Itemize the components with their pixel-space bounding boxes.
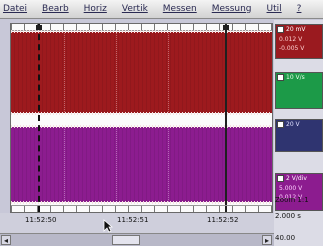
scroll-thumb[interactable] [112, 235, 140, 245]
channel-4-box[interactable]: 2 V/div 5.000 V 0.012 V [275, 173, 323, 211]
channel-3-scale: 20 V [286, 121, 300, 128]
channel-1-value: 0.012 V [279, 36, 303, 43]
time-axis: 11:52:50 11:52:51 11:52:52 [0, 213, 274, 233]
grid-line [116, 24, 117, 212]
menu-horizontal[interactable]: Horiz [84, 0, 107, 19]
menu-bar: Datei Bearb Horiz Vertik Messen Messung … [0, 0, 323, 19]
trace-noise-edge [11, 125, 272, 128]
bottom-ruler [11, 205, 272, 212]
channel-4-scale: 2 V/div [286, 175, 307, 182]
grid-line [64, 24, 65, 212]
menu-vertical[interactable]: Vertik [122, 0, 148, 19]
menu-utilities[interactable]: Util [267, 0, 282, 19]
cursor-b-handle[interactable] [223, 25, 229, 30]
bottom-readout: 40.00 [275, 234, 296, 242]
cursor-a-line[interactable] [38, 24, 40, 212]
channel-4-value: 5.000 V [279, 185, 303, 192]
menu-measurement[interactable]: Messung [212, 0, 252, 19]
cursor-a-handle[interactable] [36, 25, 42, 30]
time-label-3: 11:52:52 [207, 216, 239, 224]
trace-channel-1 [11, 32, 272, 113]
channel-1-offset: -0.005 V [279, 45, 305, 52]
channel-2-checkbox[interactable] [277, 74, 284, 81]
channel-1-box[interactable]: 20 mV 0.012 V -0.005 V [275, 24, 323, 59]
menu-measure[interactable]: Messen [163, 0, 197, 19]
channel-1-scale: 20 mV [286, 26, 306, 33]
horizontal-scrollbar[interactable]: ◂ ▸ [0, 233, 274, 246]
time-rate-label: 2.000 s [275, 212, 301, 220]
waveform-display[interactable] [10, 23, 273, 213]
channel-4-checkbox[interactable] [277, 175, 284, 182]
cursor-b-line[interactable] [225, 24, 227, 212]
channel-2-box[interactable]: 10 V/s [275, 72, 323, 109]
channel-1-checkbox[interactable] [277, 26, 284, 33]
trace-noise-edge [11, 201, 272, 204]
menu-help[interactable]: ? [297, 0, 302, 19]
time-label-2: 11:52:51 [117, 216, 149, 224]
scroll-left-icon[interactable]: ◂ [1, 235, 11, 245]
time-label-1: 11:52:50 [25, 216, 57, 224]
channel-2-scale: 10 V/s [286, 74, 305, 81]
mouse-pointer-icon [103, 219, 113, 233]
menu-file[interactable]: Datei [3, 0, 27, 19]
grid-line [168, 24, 169, 212]
channel-3-box[interactable]: 20 V [275, 119, 323, 152]
channel-3-checkbox[interactable] [277, 121, 284, 128]
channel-panel: 20 mV 0.012 V -0.005 V 10 V/s 20 V 2 V/d… [274, 20, 323, 246]
trace-noise-edge [11, 112, 272, 115]
trace-channel-4 [11, 127, 272, 202]
menu-edit[interactable]: Bearb [42, 0, 69, 19]
scroll-right-icon[interactable]: ▸ [262, 235, 272, 245]
trace-noise-edge [11, 30, 272, 33]
zoom-label: Zoom 1:1 [275, 196, 309, 204]
